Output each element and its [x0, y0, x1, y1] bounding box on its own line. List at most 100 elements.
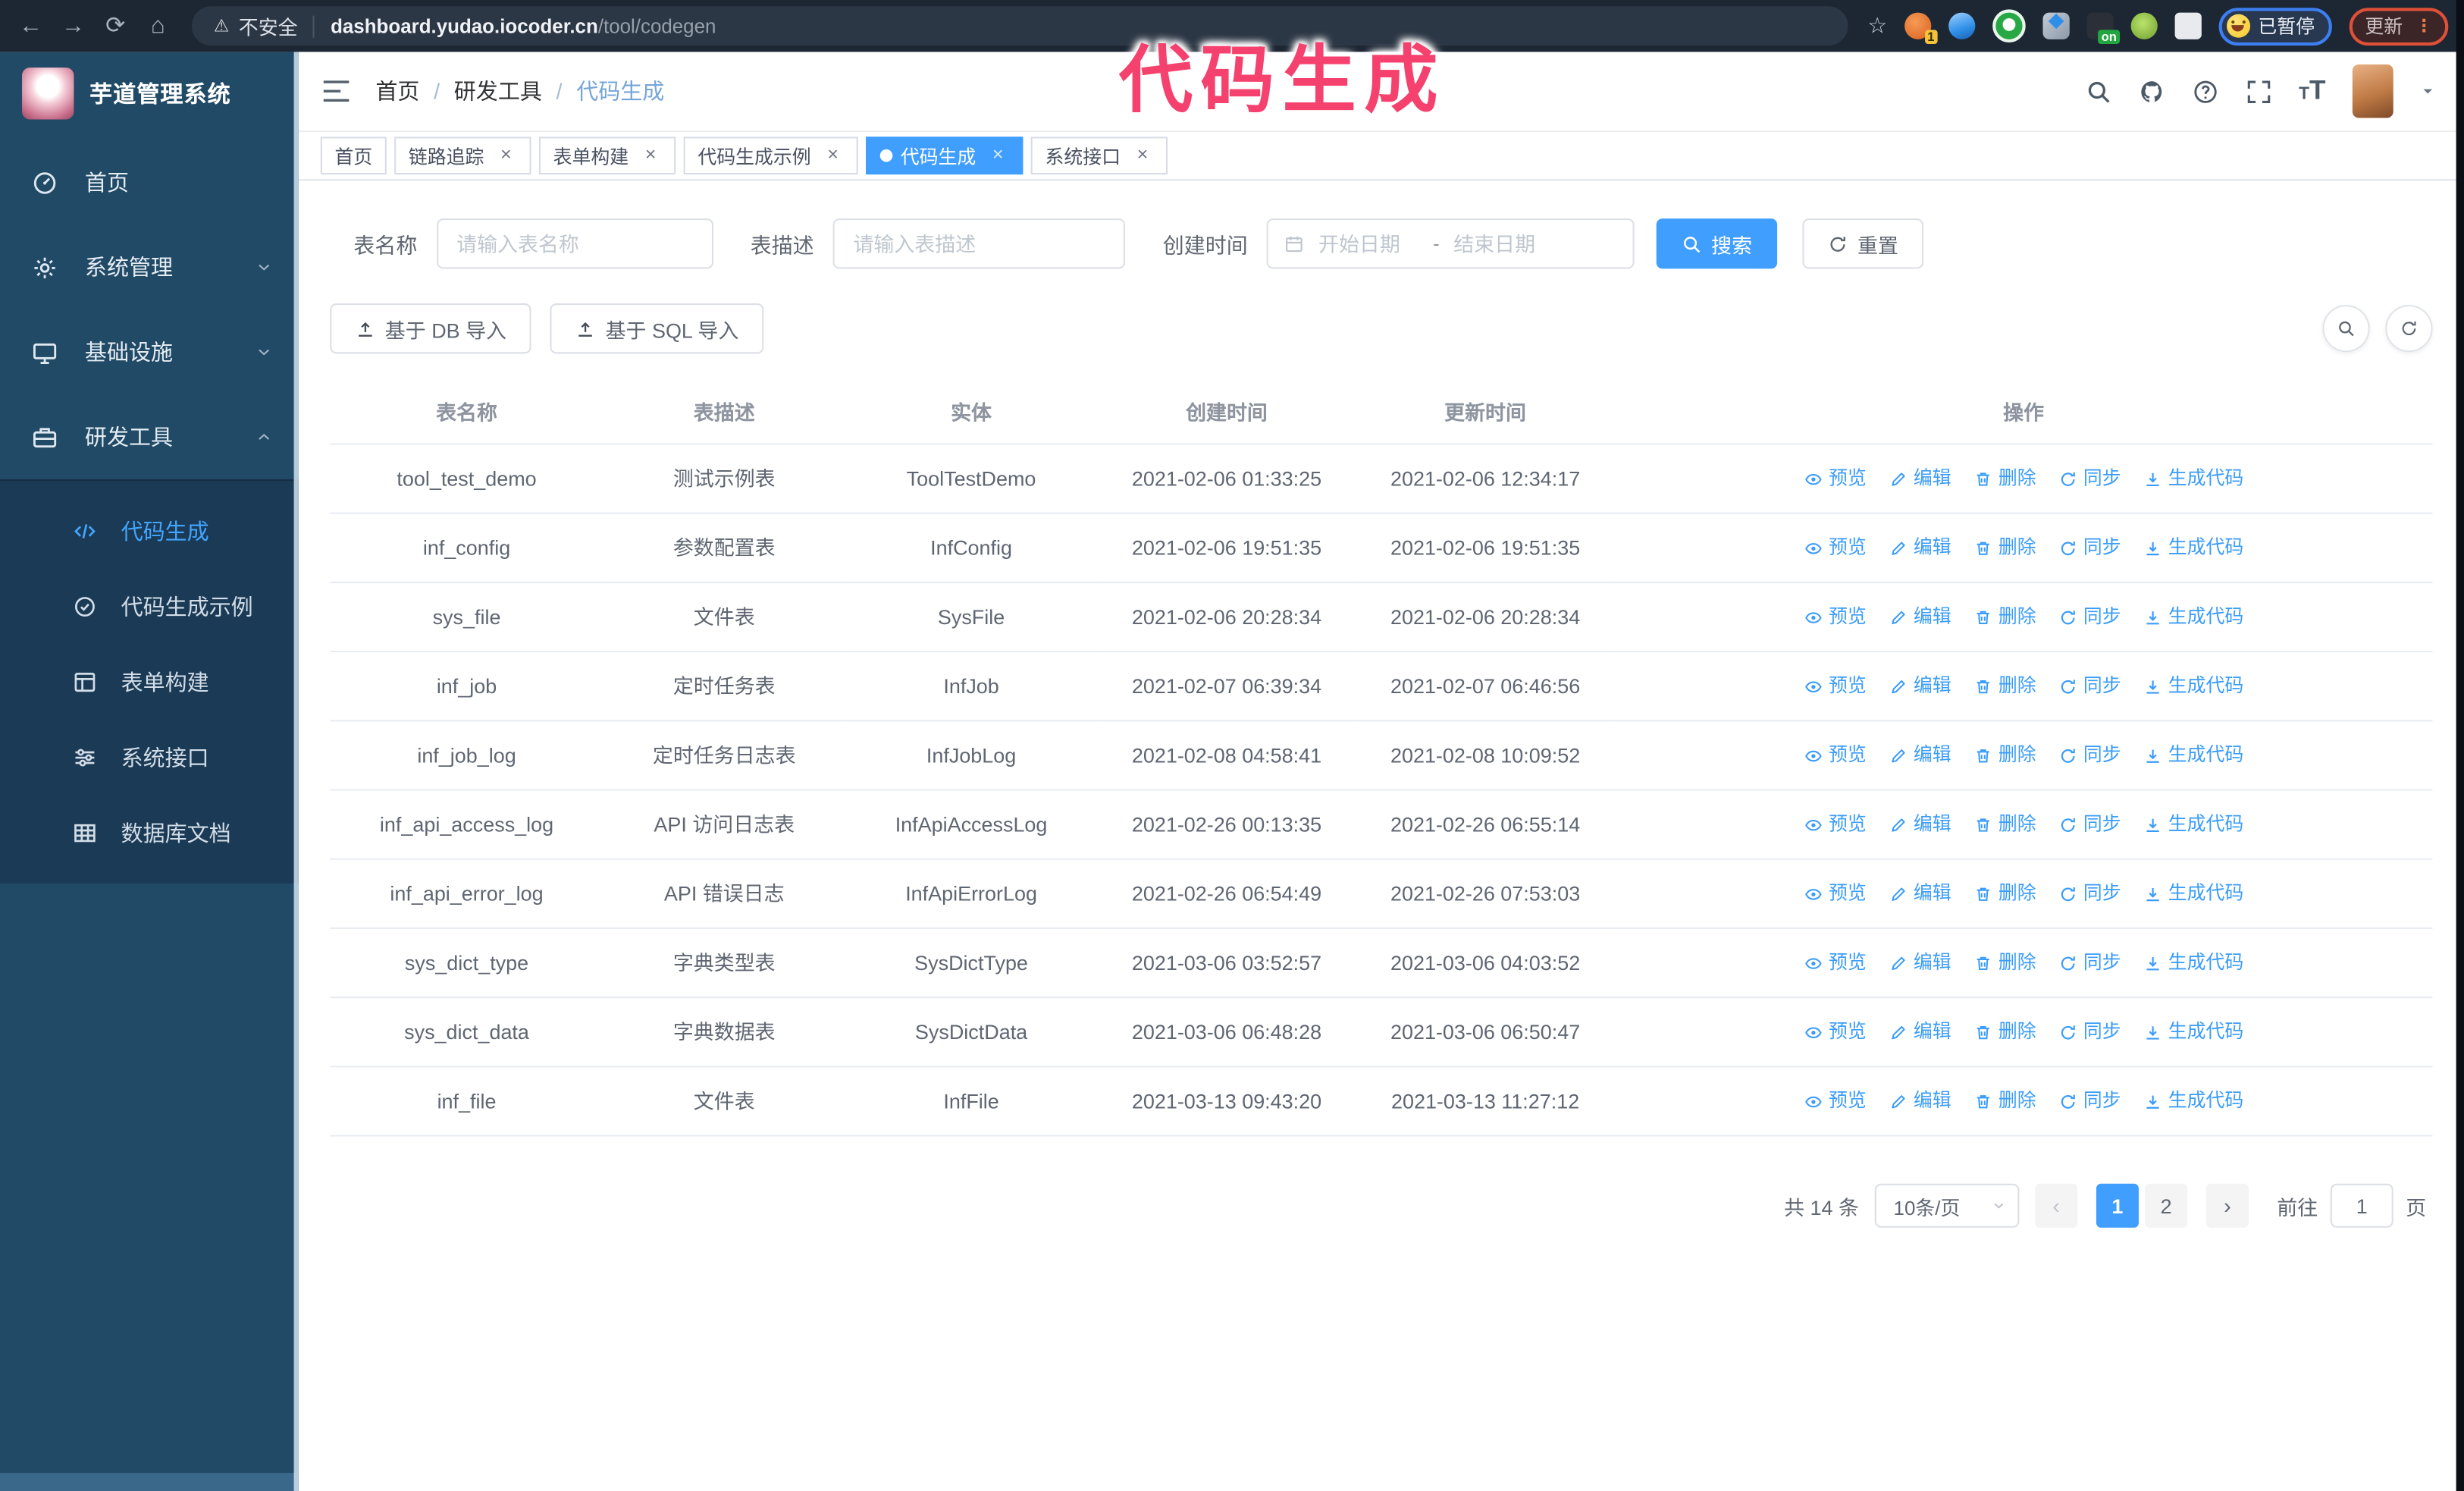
preview-link[interactable]: 预览 [1804, 877, 1867, 911]
preview-link[interactable]: 预览 [1804, 532, 1867, 565]
breadcrumb-item[interactable]: 首页 [375, 75, 419, 106]
delete-link[interactable]: 删除 [1973, 532, 2036, 565]
sync-link[interactable]: 同步 [2058, 808, 2121, 841]
hamburger-icon[interactable] [322, 77, 350, 105]
browser-back-button[interactable]: ← [9, 0, 52, 52]
edit-link[interactable]: 编辑 [1889, 532, 1951, 565]
table-name-input[interactable] [436, 218, 713, 269]
delete-link[interactable]: 删除 [1973, 1015, 2036, 1049]
preview-link[interactable]: 预览 [1804, 946, 1867, 980]
delete-link[interactable]: 删除 [1973, 462, 2036, 495]
tab-codegen-example[interactable]: 代码生成示例 × [683, 137, 858, 175]
page-button-2[interactable]: 2 [2145, 1183, 2188, 1228]
toggle-search-button[interactable] [2322, 305, 2370, 353]
ext-green2-extension-icon[interactable] [2130, 12, 2158, 39]
end-date-input[interactable] [1450, 230, 1558, 257]
tab-codegen[interactable]: 代码生成 × [866, 137, 1024, 175]
sync-link[interactable]: 同步 [2058, 1085, 2121, 1118]
delete-link[interactable]: 删除 [1973, 670, 2036, 703]
breadcrumb-item[interactable]: 研发工具 [454, 75, 542, 106]
preview-link[interactable]: 预览 [1804, 1085, 1867, 1118]
edit-link[interactable]: 编辑 [1889, 877, 1951, 911]
fullscreen-icon[interactable] [2246, 78, 2272, 105]
sidebar-subitem-codegen[interactable]: 代码生成 [0, 494, 299, 569]
sidebar-item-home[interactable]: 首页 [0, 140, 299, 224]
search-button[interactable]: 搜索 [1656, 218, 1778, 269]
preview-link[interactable]: 预览 [1804, 808, 1867, 841]
delete-link[interactable]: 删除 [1973, 946, 2036, 980]
page-size-select[interactable]: 10条/页 [1874, 1183, 2020, 1228]
generate-code-link[interactable]: 生成代码 [2143, 739, 2243, 772]
edit-link[interactable]: 编辑 [1889, 462, 1951, 495]
page-button-1[interactable]: 1 [2096, 1183, 2139, 1228]
edit-link[interactable]: 编辑 [1889, 739, 1951, 772]
generate-code-link[interactable]: 生成代码 [2143, 1085, 2243, 1118]
user-avatar[interactable] [2352, 64, 2393, 118]
preview-link[interactable]: 预览 [1804, 670, 1867, 703]
avatar-caret-down-icon[interactable] [2420, 83, 2436, 99]
sidebar-item-system-mgmt[interactable]: 系统管理 [0, 224, 299, 309]
preview-link[interactable]: 预览 [1804, 601, 1867, 634]
generate-code-link[interactable]: 生成代码 [2143, 601, 2243, 634]
tab-tracing[interactable]: 链路追踪 × [394, 137, 531, 175]
generate-code-link[interactable]: 生成代码 [2143, 462, 2243, 495]
tab-close-icon[interactable]: × [987, 144, 1009, 167]
delete-link[interactable]: 删除 [1973, 739, 2036, 772]
delete-link[interactable]: 删除 [1973, 877, 2036, 911]
ext-puzzle-extension-icon[interactable] [2174, 12, 2202, 39]
paused-badge[interactable]: 已暂停 [2218, 7, 2332, 46]
prev-page-button[interactable]: ‹ [2035, 1183, 2078, 1228]
sidebar-subitem-form-builder[interactable]: 表单构建 [0, 645, 299, 720]
generate-code-link[interactable]: 生成代码 [2143, 1015, 2243, 1049]
sync-link[interactable]: 同步 [2058, 462, 2121, 495]
sidebar-subitem-db-doc[interactable]: 数据库文档 [0, 796, 299, 871]
sidebar-subitem-codegen-example[interactable]: 代码生成示例 [0, 569, 299, 644]
next-page-button[interactable]: › [2206, 1183, 2249, 1228]
generate-code-link[interactable]: 生成代码 [2143, 670, 2243, 703]
sync-link[interactable]: 同步 [2058, 601, 2121, 634]
sidebar-collapse-bar[interactable] [0, 1473, 299, 1491]
sidebar-item-infrastructure[interactable]: 基础设施 [0, 309, 299, 394]
text-size-icon[interactable]: TT [2299, 75, 2325, 106]
browser-forward-button[interactable]: → [52, 0, 94, 52]
delete-link[interactable]: 删除 [1973, 601, 2036, 634]
generate-code-link[interactable]: 生成代码 [2143, 946, 2243, 980]
update-button[interactable]: 更新 ⋮ [2349, 7, 2449, 46]
delete-link[interactable]: 删除 [1973, 808, 2036, 841]
ext-gem-extension-icon[interactable] [1948, 12, 1976, 39]
edit-link[interactable]: 编辑 [1889, 808, 1951, 841]
sync-link[interactable]: 同步 [2058, 532, 2121, 565]
generate-code-link[interactable]: 生成代码 [2143, 877, 2243, 911]
preview-link[interactable]: 预览 [1804, 462, 1867, 495]
import-db-button[interactable]: 基于 DB 导入 [330, 303, 532, 354]
import-sql-button[interactable]: 基于 SQL 导入 [550, 303, 764, 354]
reset-button[interactable]: 重置 [1802, 218, 1924, 269]
github-icon[interactable] [2139, 78, 2165, 105]
preview-link[interactable]: 预览 [1804, 1015, 1867, 1049]
browser-menu-icon[interactable]: ⋮ [2415, 16, 2433, 36]
sidebar-item-dev-tools[interactable]: 研发工具 [0, 394, 299, 479]
ext-grid-extension-icon[interactable] [2042, 12, 2070, 39]
tab-close-icon[interactable]: × [640, 144, 662, 167]
bookmark-star-icon[interactable]: ☆ [1867, 13, 1887, 39]
browser-home-button[interactable]: ⌂ [136, 0, 179, 52]
sync-link[interactable]: 同步 [2058, 670, 2121, 703]
sync-link[interactable]: 同步 [2058, 1015, 2121, 1049]
preview-link[interactable]: 预览 [1804, 739, 1867, 772]
refresh-table-button[interactable] [2385, 305, 2433, 353]
tab-form-builder[interactable]: 表单构建 × [539, 137, 676, 175]
ext-dark-extension-icon[interactable]: on [2086, 12, 2121, 45]
edit-link[interactable]: 编辑 [1889, 1085, 1951, 1118]
edit-link[interactable]: 编辑 [1889, 601, 1951, 634]
tab-close-icon[interactable]: × [822, 144, 844, 167]
browser-reload-button[interactable]: ⟳ [94, 0, 136, 52]
ext-orange-extension-icon[interactable]: 1 [1904, 12, 1938, 45]
sync-link[interactable]: 同步 [2058, 877, 2121, 911]
sync-link[interactable]: 同步 [2058, 739, 2121, 772]
browser-address-bar[interactable]: ⚠ 不安全 dashboard.yudao.iocoder.cn/tool/co… [191, 6, 1849, 46]
generate-code-link[interactable]: 生成代码 [2143, 532, 2243, 565]
generate-code-link[interactable]: 生成代码 [2143, 808, 2243, 841]
help-icon[interactable] [2192, 78, 2218, 105]
sync-link[interactable]: 同步 [2058, 946, 2121, 980]
edit-link[interactable]: 编辑 [1889, 946, 1951, 980]
